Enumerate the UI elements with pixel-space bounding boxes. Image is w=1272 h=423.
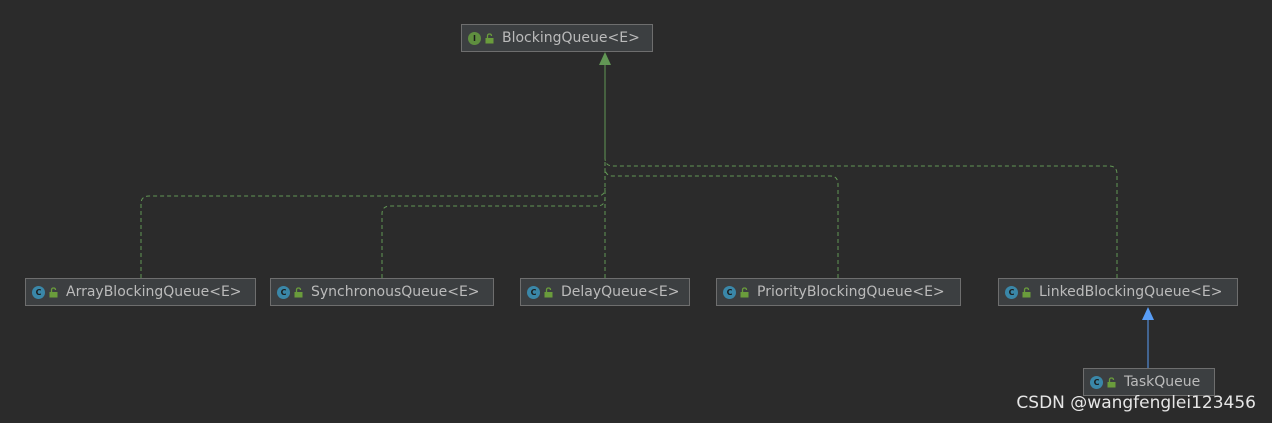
unlocked-icon: [294, 286, 303, 297]
node-label: SynchronousQueue<E>: [311, 284, 480, 300]
node-label: TaskQueue: [1124, 374, 1201, 390]
node-label: ArrayBlockingQueue<E>: [66, 284, 242, 300]
unlocked-icon: [485, 32, 494, 43]
node-task-queue[interactable]: C TaskQueue: [1083, 368, 1215, 396]
node-linked-blocking-queue[interactable]: C LinkedBlockingQueue<E>: [998, 278, 1238, 306]
unlocked-icon: [544, 286, 553, 297]
class-icon: C: [723, 285, 736, 299]
node-label: LinkedBlockingQueue<E>: [1039, 284, 1223, 300]
class-icon: C: [527, 285, 540, 299]
node-array-blocking-queue[interactable]: C ArrayBlockingQueue<E>: [25, 278, 256, 306]
unlocked-icon: [49, 286, 58, 297]
implements-arrowhead: [599, 52, 611, 158]
unlocked-icon: [1107, 376, 1116, 387]
node-delay-queue[interactable]: C DelayQueue<E>: [520, 278, 690, 306]
edge-task-queue-extends: [1142, 307, 1154, 368]
unlocked-icon: [740, 286, 749, 297]
node-synchronous-queue[interactable]: C SynchronousQueue<E>: [270, 278, 494, 306]
edge-synchronous-queue-implements: [381, 197, 606, 278]
class-icon: C: [32, 285, 45, 299]
edge-priority-blocking-queue-implements: [604, 167, 839, 278]
unlocked-icon: [1022, 286, 1031, 297]
interface-icon: I: [468, 31, 481, 45]
edge-array-blocking-queue-implements: [140, 187, 606, 278]
node-label: PriorityBlockingQueue<E>: [757, 284, 945, 300]
node-priority-blocking-queue[interactable]: C PriorityBlockingQueue<E>: [716, 278, 961, 306]
class-icon: C: [277, 285, 290, 299]
node-blocking-queue[interactable]: I BlockingQueue<E>: [461, 24, 653, 52]
node-label: BlockingQueue<E>: [502, 30, 640, 46]
class-icon: C: [1005, 285, 1018, 299]
diagram-canvas: [140, 52, 1154, 368]
watermark: CSDN @wangfenglei123456: [1016, 393, 1256, 413]
node-label: DelayQueue<E>: [561, 284, 680, 300]
class-icon: C: [1090, 375, 1103, 389]
